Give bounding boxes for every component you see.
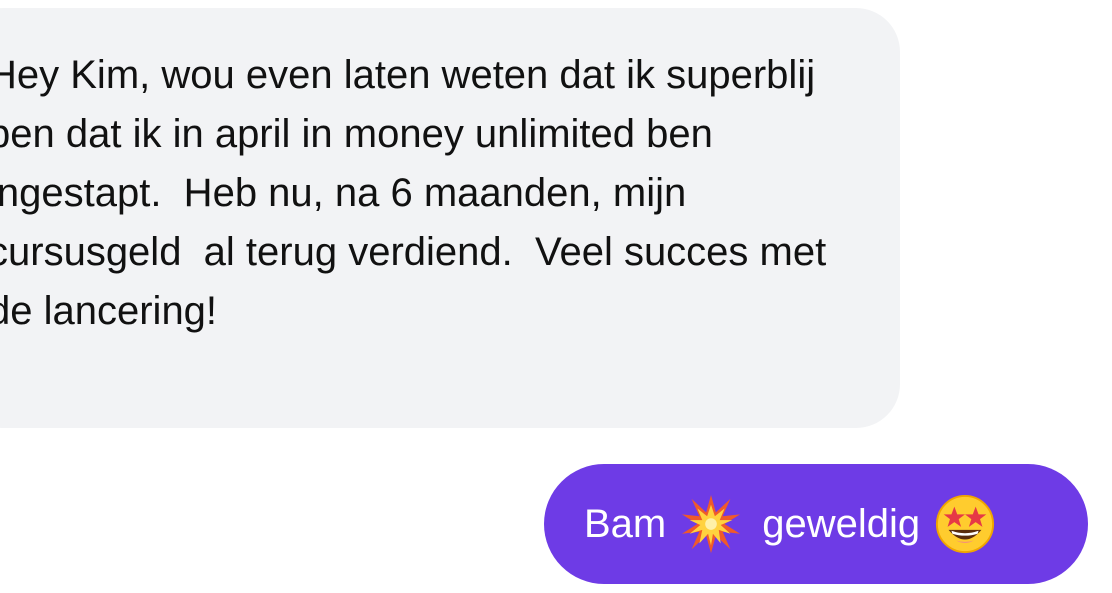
message-thread: Hey Kim, wou even laten weten dat ik sup… xyxy=(0,0,1112,593)
collision-emoji-icon xyxy=(680,493,742,555)
outgoing-message-word: geweldig xyxy=(762,502,921,546)
incoming-message-bubble[interactable]: Hey Kim, wou even laten weten dat ik sup… xyxy=(0,8,900,428)
outgoing-message-word: Bam xyxy=(584,502,667,546)
star-struck-emoji-icon xyxy=(934,493,996,555)
outgoing-message-bubble[interactable]: Bam geweldig xyxy=(544,464,1088,584)
incoming-message-text: Hey Kim, wou even laten weten dat ik sup… xyxy=(0,53,838,333)
